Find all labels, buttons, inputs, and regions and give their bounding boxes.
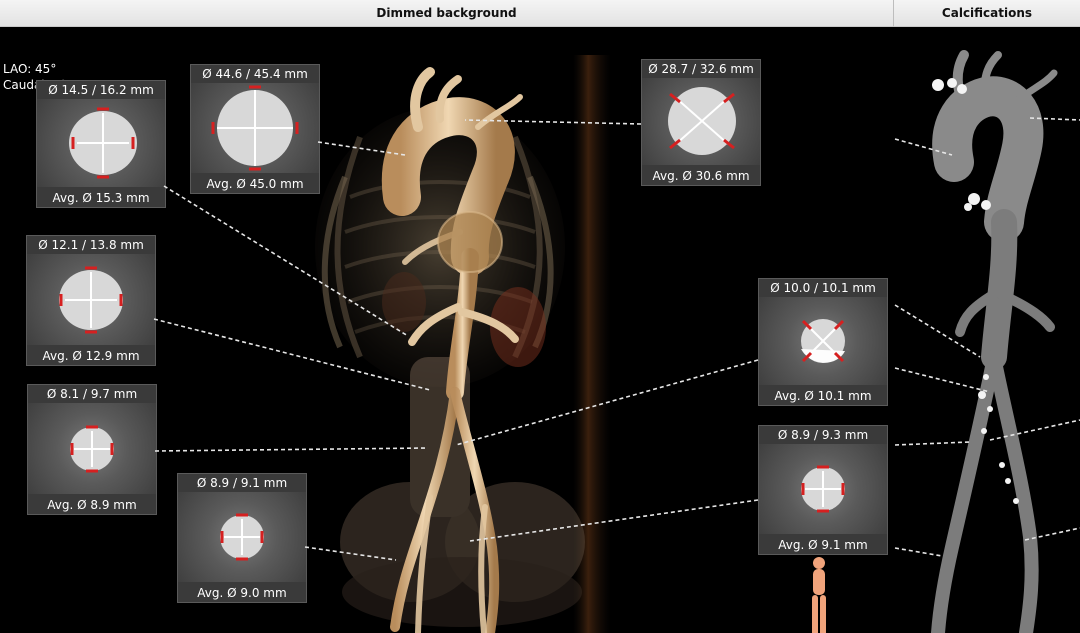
cross-section-image[interactable]: [37, 99, 165, 187]
calcified-aorta: [931, 50, 1058, 633]
cross-section-image[interactable]: [759, 444, 887, 534]
view-header-dimmed-background: Dimmed background: [0, 0, 894, 27]
panel-diameter-range: Ø 8.9 / 9.1 mm: [196, 476, 288, 490]
panel-diameter-range: Ø 28.7 / 32.6 mm: [648, 62, 754, 76]
cross-section-image[interactable]: [642, 78, 760, 165]
cross-section-image[interactable]: [28, 403, 156, 494]
measurement-panel[interactable]: Ø 8.9 / 9.3 mm Avg. Ø 9.1 mm: [758, 425, 888, 555]
cross-section-image[interactable]: [191, 83, 319, 173]
measurement-panel[interactable]: Ø 28.7 / 32.6 mm Avg. Ø 30.6 mm: [641, 59, 761, 186]
orientation-lao: LAO: 45°: [3, 62, 57, 76]
panel-average-diameter: Avg. Ø 9.0 mm: [197, 586, 287, 600]
cross-section-image[interactable]: [759, 297, 887, 385]
view-header-calcifications: Calcifications: [894, 0, 1080, 27]
measurement-panel[interactable]: Ø 44.6 / 45.4 mm Avg. Ø 45.0 mm: [190, 64, 320, 194]
measurement-panel[interactable]: Ø 10.0 / 10.1 mm Avg. Ø 10.1 mm: [758, 278, 888, 406]
measurement-panel[interactable]: Ø 12.1 / 13.8 mm Avg. Ø 12.9 mm: [26, 235, 156, 366]
panel-average-diameter: Avg. Ø 30.6 mm: [652, 169, 750, 183]
view-header-title: Dimmed background: [376, 6, 517, 20]
measurement-panel[interactable]: Ø 8.1 / 9.7 mm Avg. Ø 8.9 mm: [27, 384, 157, 515]
measurement-panel[interactable]: Ø 8.9 / 9.1 mm Avg. Ø 9.0 mm: [177, 473, 307, 603]
cross-section-svg: [69, 107, 137, 179]
panel-average-diameter: Avg. Ø 10.1 mm: [774, 389, 872, 403]
cross-section-svg: [70, 425, 114, 473]
cross-section-svg: [211, 85, 299, 171]
calcifications-viewport[interactable]: [894, 27, 1080, 633]
main-3d-viewport[interactable]: LAO: 45° Caudal: 0° Ø 14.5 / 16.2 mm Avg: [0, 27, 893, 633]
measurement-panel[interactable]: Ø 14.5 / 16.2 mm Avg. Ø 15.3 mm: [36, 80, 166, 208]
cross-section-image[interactable]: [27, 254, 155, 345]
panel-average-diameter: Avg. Ø 12.9 mm: [42, 349, 140, 363]
panel-average-diameter: Avg. Ø 8.9 mm: [47, 498, 137, 512]
panel-average-diameter: Avg. Ø 45.0 mm: [206, 177, 304, 191]
panel-diameter-range: Ø 12.1 / 13.8 mm: [38, 238, 144, 252]
panel-diameter-range: Ø 44.6 / 45.4 mm: [202, 67, 308, 81]
patient-orientation-figure: [812, 557, 826, 633]
panel-diameter-range: Ø 14.5 / 16.2 mm: [48, 83, 154, 97]
cross-section-svg: [220, 513, 264, 561]
cross-section-svg: [668, 87, 736, 155]
panel-diameter-range: Ø 8.1 / 9.7 mm: [46, 387, 138, 401]
panel-average-diameter: Avg. Ø 9.1 mm: [778, 538, 868, 552]
cross-section-image[interactable]: [178, 492, 306, 582]
app-window: Dimmed background Calcifications LAO: 45…: [0, 0, 1080, 633]
cross-section-svg: [801, 319, 845, 363]
panel-diameter-range: Ø 8.9 / 9.3 mm: [777, 428, 869, 442]
cross-section-svg: [59, 266, 123, 334]
calcifications-render[interactable]: [894, 27, 1080, 633]
panel-diameter-range: Ø 10.0 / 10.1 mm: [770, 281, 876, 295]
view-header-title: Calcifications: [941, 6, 1033, 20]
panel-average-diameter: Avg. Ø 15.3 mm: [52, 191, 150, 205]
cross-section-svg: [801, 465, 845, 513]
spine-pelvis: [340, 357, 585, 627]
